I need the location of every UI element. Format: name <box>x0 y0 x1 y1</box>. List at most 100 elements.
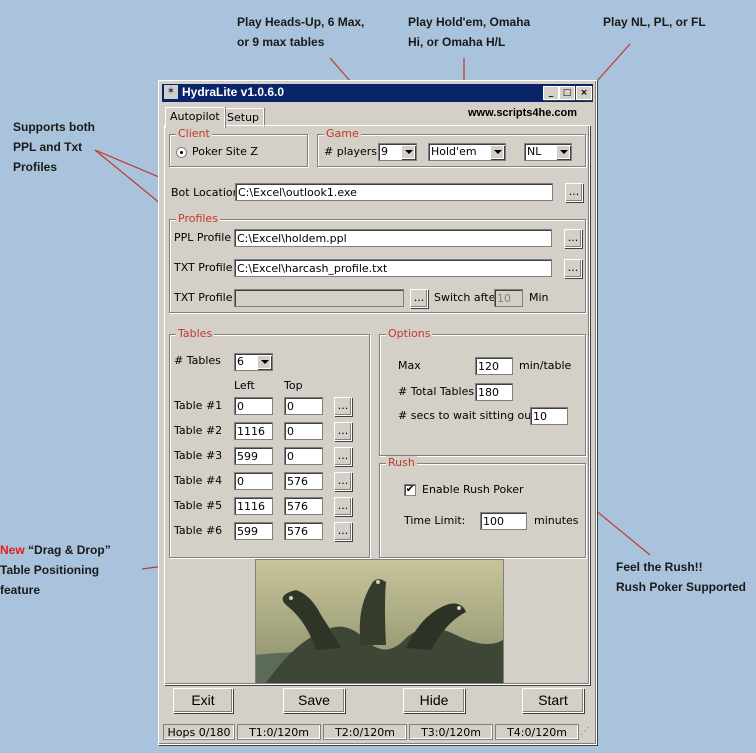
table-5-left-field[interactable]: 1116 <box>234 497 273 515</box>
game-type-value: Hold'em <box>431 145 477 158</box>
table-1-drag-button[interactable]: ... <box>334 397 352 416</box>
hydralite-window: ✶ HydraLite v1.0.6.0 _ □ × Autopilot Set… <box>158 80 597 745</box>
annotation-game: Play Hold'em, Omaha Hi, or Omaha H/L <box>408 15 531 49</box>
switch-unit-label: Min <box>529 291 549 304</box>
time-limit-unit-label: minutes <box>534 514 579 527</box>
annotation-limit: Play NL, PL, or FL <box>603 15 706 29</box>
poker-site-label: Poker Site Z <box>192 145 258 158</box>
table-2-left-field[interactable]: 1116 <box>234 422 273 440</box>
window-title: HydraLite v1.0.6.0 <box>182 85 285 99</box>
client-group: Client Poker Site Z <box>169 127 308 167</box>
chevron-down-icon[interactable] <box>556 145 570 159</box>
annotation-drag-drop: New “Drag & Drop” Table Positioning featu… <box>0 543 111 597</box>
ppl-profile-field[interactable]: C:\Excel\holdem.ppl <box>234 229 552 247</box>
table-6-drag-button[interactable]: ... <box>334 522 352 541</box>
status-hops: Hops 0/180 <box>163 724 235 740</box>
txt-profile-2-field[interactable] <box>234 289 404 307</box>
txt-profile-field[interactable]: C:\Excel\harcash_profile.txt <box>234 259 552 277</box>
wait-label: # secs to wait sitting out: <box>398 409 540 422</box>
txt-profile-2-label: TXT Profile <box>174 291 233 304</box>
ppl-profile-label: PPL Profile <box>174 231 232 244</box>
table-1-left-field[interactable]: 0 <box>234 397 273 415</box>
hide-button[interactable]: Hide <box>403 688 465 713</box>
table-4-drag-button[interactable]: ... <box>334 472 352 491</box>
players-label: # players: <box>324 145 381 158</box>
txt-profile-browse-button[interactable]: ... <box>564 259 582 278</box>
wait-field[interactable]: 10 <box>530 407 568 425</box>
hydra-artwork-image <box>255 559 504 684</box>
profiles-group-title: Profiles <box>176 212 220 225</box>
hydra-art-svg <box>256 560 503 683</box>
bot-location-label: Bot Location <box>171 186 240 199</box>
table-4-left-field[interactable]: 0 <box>234 472 273 490</box>
table-2-drag-button[interactable]: ... <box>334 422 352 441</box>
exit-button[interactable]: Exit <box>173 688 233 713</box>
left-column-header: Left <box>234 379 255 392</box>
txt-profile-label: TXT Profile <box>174 261 233 274</box>
table-3-label: Table #3 <box>174 449 223 462</box>
annotation-profiles: Supports both PPL and Txt Profiles <box>13 120 95 174</box>
top-column-header: Top <box>284 379 303 392</box>
profiles-group: Profiles PPL Profile C:\Excel\holdem.ppl… <box>169 212 586 313</box>
website-label: www.scripts4he.com <box>468 107 578 119</box>
annotation-rush: Feel the Rush!! Rush Poker Supported <box>616 560 747 594</box>
status-t4: T4:0/120m <box>495 724 579 740</box>
table-3-drag-button[interactable]: ... <box>334 447 352 466</box>
table-5-drag-button[interactable]: ... <box>334 497 352 516</box>
tables-group: Tables # Tables 6 Left Top Table #1 0 0 … <box>169 327 370 558</box>
status-bar: Hops 0/180 T1:0/120m T2:0/120m T3:0/120m… <box>163 724 592 741</box>
table-3-top-field[interactable]: 0 <box>284 447 323 465</box>
options-group-title: Options <box>386 327 433 340</box>
time-limit-field[interactable]: 100 <box>480 512 527 530</box>
table-6-top-field[interactable]: 576 <box>284 522 323 540</box>
switch-after-field[interactable]: 10 <box>494 289 523 307</box>
client-group-title: Client <box>176 127 212 140</box>
switch-after-label: Switch after <box>434 291 500 304</box>
bot-location-field[interactable]: C:\Excel\outlook1.exe <box>235 183 553 201</box>
enable-rush-checkbox[interactable]: ✔ <box>404 484 416 496</box>
maximize-button[interactable]: □ <box>559 86 575 100</box>
table-2-top-field[interactable]: 0 <box>284 422 323 440</box>
chevron-down-icon[interactable] <box>490 145 504 159</box>
table-1-top-field[interactable]: 0 <box>284 397 323 415</box>
autopilot-panel: Client Poker Site Z Game # players: 9 Ho… <box>164 125 590 685</box>
table-1-label: Table #1 <box>174 399 223 412</box>
rush-group-title: Rush <box>386 456 417 469</box>
game-group: Game # players: 9 Hold'em NL <box>317 127 586 167</box>
limit-select[interactable]: NL <box>524 143 572 161</box>
table-count-value: 6 <box>237 355 244 368</box>
table-6-left-field[interactable]: 599 <box>234 522 273 540</box>
game-type-select[interactable]: Hold'em <box>428 143 506 161</box>
chevron-down-icon[interactable] <box>257 355 271 369</box>
total-tables-field[interactable]: 180 <box>475 383 513 401</box>
tables-group-title: Tables <box>176 327 215 340</box>
table-2-label: Table #2 <box>174 424 223 437</box>
save-button[interactable]: Save <box>283 688 345 713</box>
max-unit-label: min/table <box>519 359 572 372</box>
annotation-players: Play Heads-Up, 6 Max, or 9 max tables <box>237 15 365 49</box>
start-button[interactable]: Start <box>522 688 584 713</box>
players-value: 9 <box>381 145 388 158</box>
max-field[interactable]: 120 <box>475 357 513 375</box>
players-select[interactable]: 9 <box>378 143 417 161</box>
resize-grip-icon[interactable]: ⋰ <box>580 726 592 738</box>
table-4-top-field[interactable]: 576 <box>284 472 323 490</box>
time-limit-label: Time Limit: <box>404 514 466 527</box>
chevron-down-icon[interactable] <box>401 145 415 159</box>
options-group: Options Max 120 min/table # Total Tables… <box>379 327 586 456</box>
enable-rush-label: Enable Rush Poker <box>422 483 524 496</box>
poker-site-radio[interactable] <box>176 147 187 158</box>
txt-profile-2-browse-button[interactable]: ... <box>410 289 428 308</box>
minimize-button[interactable]: _ <box>543 86 559 100</box>
bot-location-browse-button[interactable]: ... <box>565 183 583 202</box>
tab-autopilot[interactable]: Autopilot <box>165 107 225 128</box>
ppl-profile-browse-button[interactable]: ... <box>564 229 582 248</box>
close-button[interactable]: × <box>576 86 592 100</box>
app-icon: ✶ <box>164 85 178 99</box>
table-count-select[interactable]: 6 <box>234 353 273 371</box>
status-t2: T2:0/120m <box>323 724 407 740</box>
title-bar[interactable]: ✶ HydraLite v1.0.6.0 _ □ × <box>162 84 593 102</box>
table-3-left-field[interactable]: 599 <box>234 447 273 465</box>
table-5-top-field[interactable]: 576 <box>284 497 323 515</box>
game-group-title: Game <box>324 127 361 140</box>
